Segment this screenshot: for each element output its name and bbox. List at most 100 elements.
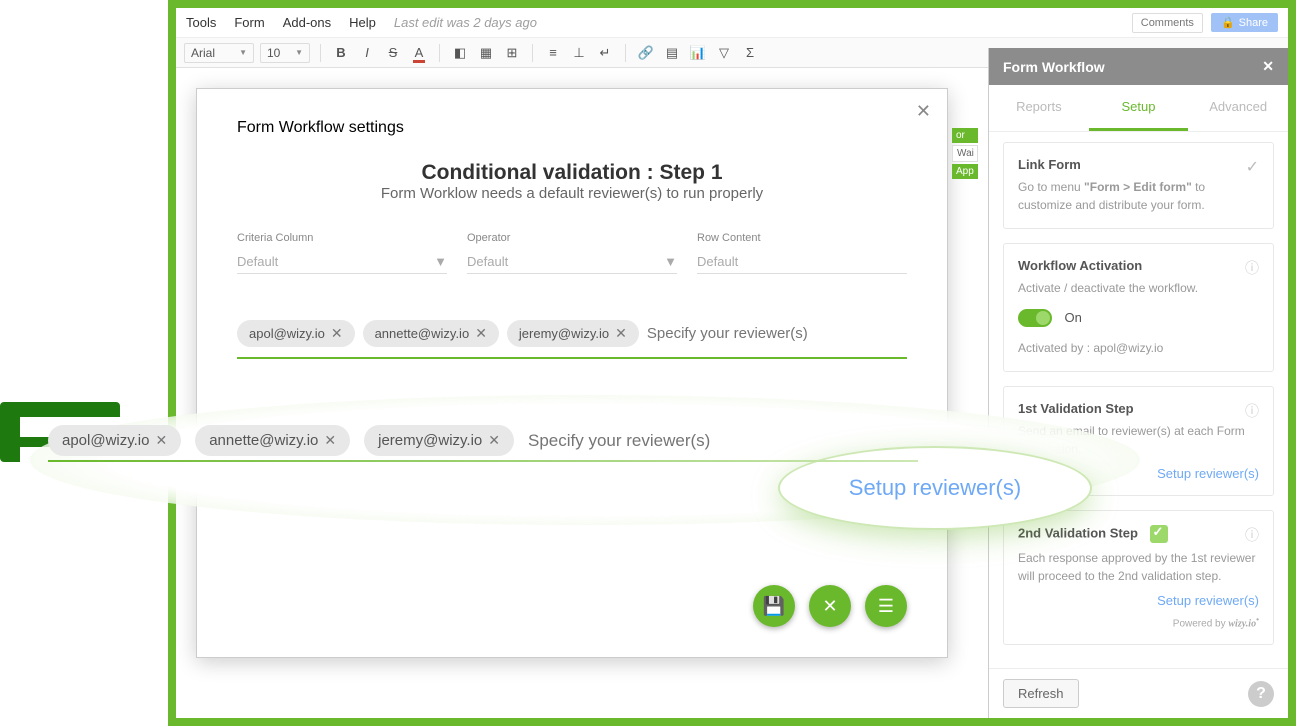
cell: Wai bbox=[952, 145, 978, 162]
cancel-button[interactable]: ✕ bbox=[809, 585, 851, 627]
cell: or bbox=[952, 128, 978, 143]
operator-label: Operator bbox=[467, 232, 677, 244]
bold-icon[interactable]: B bbox=[331, 45, 351, 60]
lock-icon: 🔒 bbox=[1221, 16, 1235, 29]
menu-icon: ☰ bbox=[878, 596, 894, 617]
halign-icon[interactable]: ≡ bbox=[543, 45, 563, 60]
divider bbox=[625, 44, 626, 62]
menubar: Tools Form Add-ons Help Last edit was 2 … bbox=[176, 8, 1288, 38]
card-title: Link Form bbox=[1018, 157, 1259, 172]
sidebar: Form Workflow ✕ Reports Setup Advanced ✓… bbox=[988, 48, 1288, 718]
operator-select[interactable]: Default▼ bbox=[467, 250, 677, 274]
setup-reviewers-link[interactable]: Setup reviewer(s) bbox=[1157, 466, 1259, 481]
tab-setup[interactable]: Setup bbox=[1089, 85, 1189, 131]
last-edit-text[interactable]: Last edit was 2 days ago bbox=[394, 15, 537, 30]
sidebar-footer: Refresh ? bbox=[989, 668, 1288, 718]
spreadsheet-cells: or Wai App bbox=[952, 128, 978, 181]
text-color-icon[interactable]: A bbox=[409, 45, 429, 60]
check-icon: ✓ bbox=[1246, 157, 1259, 177]
card-activation: ⓘ Workflow Activation Activate / deactiv… bbox=[1003, 243, 1274, 372]
reviewer-chip[interactable]: annette@wizy.io✕ bbox=[363, 320, 499, 347]
italic-icon[interactable]: I bbox=[357, 45, 377, 60]
menu-tools[interactable]: Tools bbox=[186, 15, 216, 30]
tab-advanced[interactable]: Advanced bbox=[1188, 85, 1288, 131]
row-content-label: Row Content bbox=[697, 232, 907, 244]
save-button[interactable]: 💾 bbox=[753, 585, 795, 627]
card-link-form: ✓ Link Form Go to menu "Form > Edit form… bbox=[1003, 142, 1274, 229]
card-title: Workflow Activation bbox=[1018, 258, 1259, 273]
step2-checkbox[interactable] bbox=[1150, 525, 1168, 543]
help-icon[interactable]: ? bbox=[1248, 681, 1274, 707]
tab-reports[interactable]: Reports bbox=[989, 85, 1089, 131]
card-step2: ⓘ 2nd Validation Step Each response appr… bbox=[1003, 510, 1274, 644]
remove-chip-icon[interactable]: ✕ bbox=[155, 432, 167, 449]
filter-icon[interactable]: ▽ bbox=[714, 45, 734, 61]
card-text: Each response approved by the 1st review… bbox=[1018, 549, 1259, 585]
cell: App bbox=[952, 164, 978, 179]
remove-chip-icon[interactable]: ✕ bbox=[475, 325, 487, 342]
sidebar-header: Form Workflow ✕ bbox=[989, 48, 1288, 85]
criteria-column-select[interactable]: Default▼ bbox=[237, 250, 447, 274]
remove-chip-icon[interactable]: ✕ bbox=[488, 432, 500, 449]
modal-heading: Conditional validation : Step 1 bbox=[237, 161, 907, 185]
font-select[interactable]: Arial ▼ bbox=[184, 43, 254, 63]
chart-icon[interactable]: 📊 bbox=[688, 45, 708, 61]
remove-chip-icon[interactable]: ✕ bbox=[324, 432, 336, 449]
info-icon: ⓘ bbox=[1245, 258, 1259, 278]
info-icon: ⓘ bbox=[1245, 525, 1259, 545]
callout-label: Setup reviewer(s) bbox=[849, 475, 1021, 501]
callout-underline bbox=[48, 460, 918, 462]
reviewer-chip[interactable]: annette@wizy.io✕ bbox=[195, 425, 350, 456]
divider bbox=[532, 44, 533, 62]
close-icon[interactable]: ✕ bbox=[1262, 58, 1274, 75]
remove-chip-icon[interactable]: ✕ bbox=[615, 325, 627, 342]
menu-form[interactable]: Form bbox=[234, 15, 264, 30]
activated-by: Activated by : apol@wizy.io bbox=[1018, 339, 1259, 357]
chevron-down-icon: ▼ bbox=[664, 254, 677, 269]
wrap-icon[interactable]: ↵ bbox=[595, 45, 615, 61]
font-name: Arial bbox=[191, 46, 215, 60]
reviewer-chips-row: apol@wizy.io✕ annette@wizy.io✕ jeremy@wi… bbox=[237, 314, 907, 359]
sidebar-tabs: Reports Setup Advanced bbox=[989, 85, 1288, 132]
comments-button[interactable]: Comments bbox=[1132, 13, 1203, 33]
settings-modal: ✕ Form Workflow settings Conditional val… bbox=[196, 88, 948, 658]
card-title: 2nd Validation Step bbox=[1018, 525, 1259, 543]
divider bbox=[320, 44, 321, 62]
fill-color-icon[interactable]: ◧ bbox=[450, 45, 470, 61]
link-icon[interactable]: 🔗 bbox=[636, 45, 656, 61]
modal-title: Form Workflow settings bbox=[237, 119, 907, 137]
info-icon: ⓘ bbox=[1245, 401, 1259, 421]
sidebar-title: Form Workflow bbox=[1003, 59, 1105, 75]
menu-addons[interactable]: Add-ons bbox=[283, 15, 331, 30]
reviewer-input[interactable] bbox=[647, 325, 907, 342]
merge-icon[interactable]: ⊞ bbox=[502, 45, 522, 61]
chevron-down-icon: ▼ bbox=[239, 48, 247, 57]
close-icon[interactable]: ✕ bbox=[916, 101, 931, 122]
card-text: Activate / deactivate the workflow. bbox=[1018, 279, 1259, 297]
borders-icon[interactable]: ▦ bbox=[476, 45, 496, 61]
reviewer-chip[interactable]: apol@wizy.io✕ bbox=[237, 320, 355, 347]
callout-chips: apol@wizy.io✕ annette@wizy.io✕ jeremy@wi… bbox=[48, 425, 749, 456]
card-text: Go to menu "Form > Edit form" to customi… bbox=[1018, 178, 1259, 214]
divider bbox=[439, 44, 440, 62]
menu-button[interactable]: ☰ bbox=[865, 585, 907, 627]
valign-icon[interactable]: ⊥ bbox=[569, 45, 589, 61]
refresh-button[interactable]: Refresh bbox=[1003, 679, 1079, 708]
modal-subheading: Form Worklow needs a default reviewer(s)… bbox=[237, 185, 907, 202]
fontsize-select[interactable]: 10▼ bbox=[260, 43, 310, 63]
reviewer-chip[interactable]: apol@wizy.io✕ bbox=[48, 425, 181, 456]
remove-chip-icon[interactable]: ✕ bbox=[331, 325, 343, 342]
menu-help[interactable]: Help bbox=[349, 15, 376, 30]
reviewer-chip[interactable]: jeremy@wizy.io✕ bbox=[364, 425, 514, 456]
reviewer-chip[interactable]: jeremy@wizy.io✕ bbox=[507, 320, 639, 347]
share-label: Share bbox=[1239, 17, 1268, 29]
functions-icon[interactable]: Σ bbox=[740, 45, 760, 60]
activation-toggle[interactable] bbox=[1018, 309, 1052, 327]
share-button[interactable]: 🔒 Share bbox=[1211, 13, 1278, 32]
setup-reviewers-link[interactable]: Setup reviewer(s) bbox=[1157, 593, 1259, 608]
strikethrough-icon[interactable]: S bbox=[383, 45, 403, 60]
reviewer-input[interactable] bbox=[528, 431, 749, 451]
chevron-down-icon: ▼ bbox=[434, 254, 447, 269]
comment-icon[interactable]: ▤ bbox=[662, 45, 682, 61]
row-content-input[interactable]: Default bbox=[697, 250, 907, 274]
